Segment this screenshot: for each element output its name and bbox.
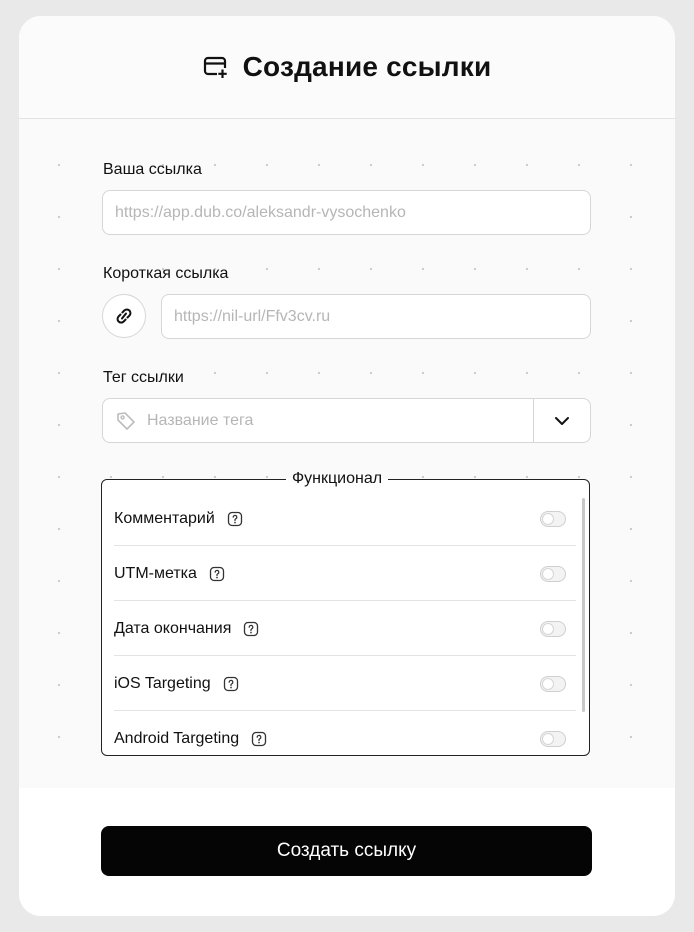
your-link-label: Ваша ссылка — [103, 161, 202, 178]
info-icon[interactable] — [227, 511, 243, 527]
short-link-label: Короткая ссылка — [103, 265, 229, 282]
short-link-field[interactable] — [161, 294, 591, 339]
dialog-header: Создание ссылки — [19, 16, 675, 119]
info-icon[interactable] — [223, 676, 239, 692]
tag-select[interactable] — [102, 398, 591, 443]
feature-toggle-comment[interactable] — [540, 511, 566, 527]
link-icon — [116, 308, 132, 324]
dialog-footer: Создать ссылку — [19, 788, 675, 916]
feature-label: Комментарий — [114, 509, 215, 527]
your-link-field[interactable] — [102, 190, 591, 235]
feature-row-utm: UTM-метка — [114, 547, 576, 601]
create-link-button[interactable]: Создать ссылку — [101, 826, 592, 876]
tag-input[interactable] — [137, 411, 590, 430]
feature-row-comment: Комментарий — [114, 492, 576, 546]
features-legend: Функционал — [292, 470, 383, 487]
feature-toggle-utm[interactable] — [540, 566, 566, 582]
feature-toggle-ios[interactable] — [540, 676, 566, 692]
feature-toggle-android[interactable] — [540, 731, 566, 747]
features-scrollbar[interactable] — [582, 498, 585, 712]
create-link-dialog: Создание ссылки Ваша ссылка Короткая ссы… — [19, 16, 675, 916]
short-link-input[interactable] — [162, 307, 590, 326]
info-icon[interactable] — [243, 621, 259, 637]
feature-label: Android Targeting — [114, 730, 240, 747]
feature-row-expiration: Дата окончания — [114, 602, 576, 656]
info-icon[interactable] — [251, 731, 267, 747]
your-link-input[interactable] — [103, 203, 590, 222]
features-panel: Функционал Комментарий UTM-метка Дата ок… — [101, 470, 590, 756]
feature-label: iOS Targeting — [114, 674, 211, 692]
generate-link-button[interactable] — [102, 294, 146, 338]
chevron-down-icon — [555, 416, 569, 425]
info-icon[interactable] — [209, 566, 225, 582]
add-link-card-icon — [203, 56, 229, 80]
tag-dropdown-button[interactable] — [533, 399, 590, 442]
feature-row-android: Android Targeting — [114, 712, 576, 766]
feature-row-ios: iOS Targeting — [114, 657, 576, 711]
dialog-body: Ваша ссылка Короткая ссылка Тег ссылки — [19, 119, 675, 789]
tag-label: Тег ссылки — [103, 369, 184, 386]
feature-label: Дата окончания — [114, 619, 232, 637]
feature-label: UTM-метка — [114, 564, 197, 582]
tag-icon — [117, 411, 135, 430]
feature-toggle-expiration[interactable] — [540, 621, 566, 637]
dialog-title: Создание ссылки — [242, 51, 492, 82]
